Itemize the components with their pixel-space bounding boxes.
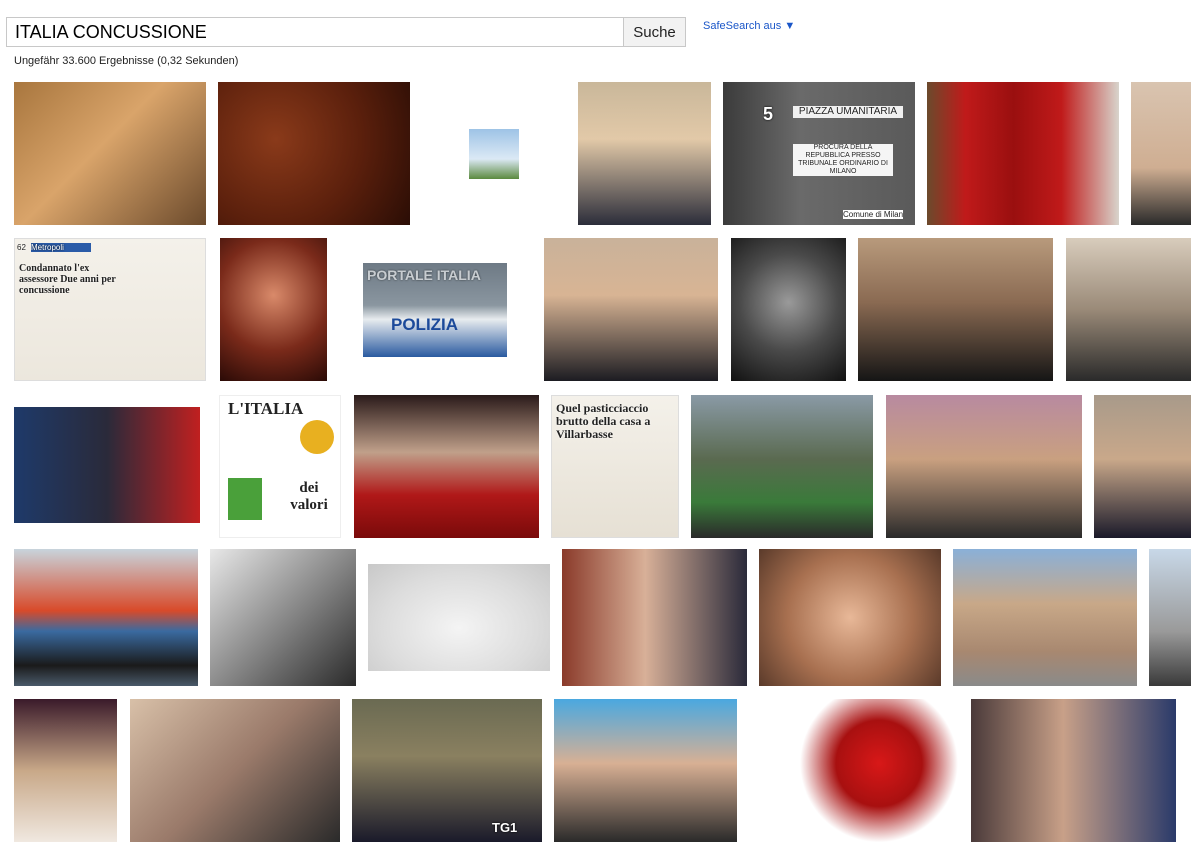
newspaper-headline: Condannato l'ex assessore Due anni per c… — [19, 263, 116, 296]
image-result-polizia-car[interactable]: PORTALE ITALIA POLIZIA — [363, 263, 507, 357]
image-result-politician-portrait[interactable] — [578, 82, 711, 225]
italia-text-bottom: dei valori — [290, 480, 328, 513]
image-result-politician-thinking[interactable] — [886, 395, 1082, 538]
image-result-small-figure[interactable] — [469, 129, 519, 179]
image-result-woman-white-chair[interactable] — [14, 699, 117, 842]
image-result-berlusconi-smiling[interactable] — [1094, 395, 1191, 538]
piazza-sign: PIAZZA UMANITARIA — [793, 106, 903, 118]
result-stats: Ungefähr 33.600 Ergebnisse (0,32 Sekunde… — [14, 55, 239, 67]
image-result-berlusconi-blue[interactable] — [554, 699, 737, 842]
image-result-newspaper-villarbasse[interactable]: Quel pasticciaccio brutto della casa a V… — [551, 395, 679, 538]
tg-logo: TG1 — [492, 821, 518, 835]
image-result-partial-portrait[interactable] — [1131, 82, 1191, 225]
image-result-money-exchange[interactable] — [210, 549, 356, 686]
image-result-italia-dei-valori[interactable]: L'ITALIA dei valori — [219, 395, 341, 538]
image-result-container-ship[interactable] — [14, 549, 198, 686]
watermark: PORTALE ITALIA — [367, 267, 481, 283]
image-result-berlusconi-woman[interactable] — [14, 407, 200, 523]
villarbasse-headline: Quel pasticciaccio brutto della casa a V… — [556, 402, 651, 442]
image-result-woman-closeup[interactable] — [759, 549, 941, 686]
house-number: 5 — [763, 104, 774, 124]
image-result-bw-man-phone[interactable] — [731, 238, 846, 381]
image-result-woman-armchair[interactable] — [220, 238, 327, 381]
image-result-courtroom[interactable] — [1066, 238, 1191, 381]
image-result-red-robes[interactable] — [927, 82, 1119, 225]
image-result-piazza-umanitaria[interactable]: 5 PIAZZA UMANITARIA PROCURA DELLA REPUBB… — [723, 82, 915, 225]
image-result-man-face-in-hands[interactable]: TG1 — [352, 699, 542, 842]
procura-sign: PROCURA DELLA REPUBBLICA PRESSO TRIBUNAL… — [793, 144, 893, 177]
image-result-church-square[interactable] — [953, 549, 1137, 686]
image-result-woman-and-berlusconi[interactable] — [971, 699, 1176, 842]
image-result-woman-and-man[interactable] — [562, 549, 747, 686]
image-result-red-telephone[interactable] — [759, 699, 959, 842]
search-button[interactable]: Suche — [623, 17, 686, 47]
image-result-partial-building[interactable] — [1149, 549, 1191, 686]
image-result-man-laughing[interactable] — [544, 238, 718, 381]
italia-text-top: L'ITALIA — [228, 400, 304, 418]
image-result-magistrate[interactable] — [858, 238, 1053, 381]
newspaper-section: Metropoli — [31, 243, 91, 253]
image-result-legs-red[interactable] — [354, 395, 539, 538]
image-result-handcuffs[interactable] — [368, 564, 550, 671]
image-result-gavel[interactable] — [218, 82, 410, 225]
image-result-newspaper-metropoli[interactable]: 62 Metropoli Condannato l'ex assessore D… — [14, 238, 206, 381]
safesearch-dropdown[interactable]: SafeSearch aus ▼ — [703, 20, 795, 32]
polizia-label: POLIZIA — [391, 315, 459, 334]
search-input[interactable] — [6, 17, 623, 47]
image-result-hand-blurred-face[interactable] — [14, 82, 206, 225]
image-result-men-walking[interactable] — [691, 395, 873, 538]
comune-sign: Comune di Milano — [843, 210, 903, 220]
image-result-women-reporters[interactable] — [130, 699, 340, 842]
newspaper-page-number: 62 — [17, 243, 26, 252]
